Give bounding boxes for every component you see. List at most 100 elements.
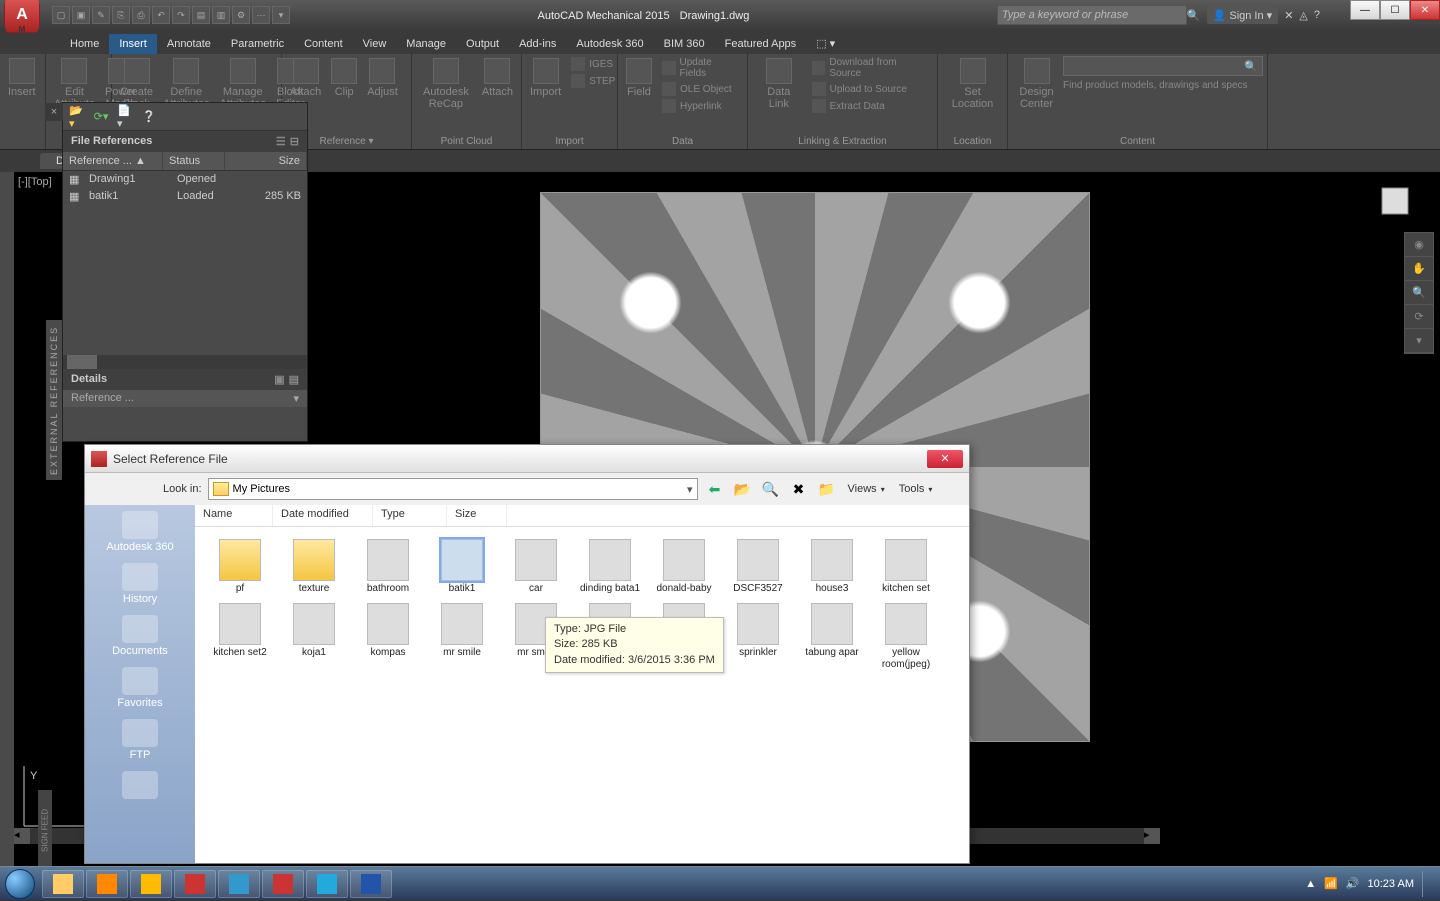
nav-pan-icon[interactable]: ✋: [1405, 257, 1433, 281]
ribbon-tab-home[interactable]: Home: [60, 34, 109, 54]
sidebar-item-documents[interactable]: Documents: [112, 615, 168, 657]
qat-btn10-icon[interactable]: ⚙: [232, 6, 250, 24]
qat-print-icon[interactable]: ⎙: [132, 6, 150, 24]
maximize-button[interactable]: ☐: [1380, 0, 1410, 20]
file-item[interactable]: donald-baby: [647, 535, 721, 599]
file-item[interactable]: kitchen set: [869, 535, 943, 599]
ribbon-button-clip[interactable]: Clip: [327, 56, 361, 100]
close-button[interactable]: ✕: [1410, 0, 1440, 20]
nav-more-icon[interactable]: ▾: [1405, 329, 1433, 353]
view-label[interactable]: [-][Top]: [18, 176, 52, 188]
dialog-columns[interactable]: Name Date modified Type Size: [195, 505, 969, 527]
qat-save-icon[interactable]: ✎: [92, 6, 110, 24]
ribbon-item-update-fields[interactable]: Update Fields: [658, 56, 743, 80]
nav-zoom-icon[interactable]: 🔍: [1405, 281, 1433, 305]
navigation-bar[interactable]: ◉ ✋ 🔍 ⟳ ▾: [1404, 232, 1434, 354]
word-icon[interactable]: [350, 870, 392, 898]
new-folder-icon[interactable]: 📁: [816, 478, 838, 500]
ribbon-item-extract-data[interactable]: Extract Data: [808, 98, 933, 114]
show-desktop-button[interactable]: [1422, 871, 1430, 897]
ribbon-tab-output[interactable]: Output: [456, 34, 509, 54]
ribbon-button-autodesk-recap[interactable]: Autodesk ReCap: [416, 56, 476, 112]
start-button[interactable]: [0, 867, 40, 901]
ribbon-button-set-location[interactable]: Set Location: [942, 56, 1003, 112]
ribbon-button-field[interactable]: Field: [622, 56, 656, 100]
nav-wheel-icon[interactable]: ◉: [1405, 233, 1433, 257]
qat-more-icon[interactable]: ▾: [272, 6, 290, 24]
ribbon-button-attach[interactable]: Attach: [286, 56, 325, 100]
sidebar-item-autodesk-360[interactable]: Autodesk 360: [106, 511, 173, 553]
app-icon-1[interactable]: [130, 870, 172, 898]
chevron-down-icon[interactable]: ▾: [293, 392, 299, 405]
sign-in-button[interactable]: 👤 Sign In ▾: [1207, 7, 1279, 24]
external-references-tab[interactable]: EXTERNAL REFERENCES: [46, 320, 62, 480]
sidebar-item-favorites[interactable]: Favorites: [117, 667, 162, 709]
ribbon-button-insert[interactable]: Insert: [4, 56, 40, 100]
ribbon-item-step[interactable]: STEP: [567, 73, 619, 89]
app-icon-3[interactable]: [262, 870, 304, 898]
exchange-icon[interactable]: ✕: [1284, 9, 1293, 22]
file-item[interactable]: pf: [203, 535, 277, 599]
qat-open-icon[interactable]: ▣: [72, 6, 90, 24]
explorer-icon[interactable]: [42, 870, 84, 898]
viewcube[interactable]: [1370, 176, 1420, 226]
ribbon-item-upload-to-source[interactable]: Upload to Source: [808, 81, 933, 97]
ribbon-tab-insert[interactable]: Insert: [109, 34, 157, 54]
ribbon-tab-manage[interactable]: Manage: [396, 34, 456, 54]
panel-label[interactable]: Linking & Extraction: [748, 134, 937, 149]
sidebar-item-history[interactable]: History: [122, 563, 158, 605]
file-item[interactable]: batik1: [425, 535, 499, 599]
file-item[interactable]: koja1: [277, 599, 351, 675]
xref-details-header[interactable]: Details ▣▤: [63, 369, 307, 390]
scroll-left-icon[interactable]: ◂: [14, 828, 30, 844]
xref-tree-icon[interactable]: ⊟: [290, 135, 299, 148]
file-item[interactable]: DSCF3527: [721, 535, 795, 599]
xref-help-icon[interactable]: ❔: [141, 109, 157, 125]
search-icon[interactable]: 🔍: [1187, 9, 1201, 22]
dialog-close-button[interactable]: ✕: [927, 450, 963, 468]
ribbon-tab-content[interactable]: Content: [294, 34, 353, 54]
file-item[interactable]: yellow room(jpeg): [869, 599, 943, 675]
xref-list-icon[interactable]: ☰: [276, 135, 286, 148]
panel-label[interactable]: Import: [522, 134, 617, 149]
xref-attach-icon[interactable]: 📂▾: [69, 109, 85, 125]
file-item[interactable]: texture: [277, 535, 351, 599]
ribbon-button-data-link[interactable]: Data Link: [752, 56, 806, 112]
qat-btn11-icon[interactable]: ⋯: [252, 6, 270, 24]
design-feed-tab[interactable]: SIGN FEED: [38, 790, 52, 870]
file-item[interactable]: kompas: [351, 599, 425, 675]
xref-icon3[interactable]: 📄▾: [117, 109, 133, 125]
ie-icon[interactable]: [306, 870, 348, 898]
file-item[interactable]: tabung apar: [795, 599, 869, 675]
file-item[interactable]: dinding bata1: [573, 535, 647, 599]
content-search-input[interactable]: 🔍: [1063, 56, 1263, 76]
tray-network-icon[interactable]: 📶: [1324, 877, 1338, 890]
xref-scrollbar[interactable]: [63, 355, 307, 369]
help-icon[interactable]: ?: [1314, 9, 1320, 21]
ribbon-tab-parametric[interactable]: Parametric: [221, 34, 294, 54]
views-menu[interactable]: Views ▾: [844, 483, 889, 495]
file-item[interactable]: bathroom: [351, 535, 425, 599]
tray-volume-icon[interactable]: 🔊: [1346, 877, 1360, 890]
ribbon-button-adjust[interactable]: Adjust: [363, 56, 402, 100]
up-folder-icon[interactable]: 📂: [732, 478, 754, 500]
xref-close-icon[interactable]: ×: [45, 103, 63, 121]
file-item[interactable]: car: [499, 535, 573, 599]
ribbon-item-hyperlink[interactable]: Hyperlink: [658, 98, 743, 114]
mediaplayer-icon[interactable]: [86, 870, 128, 898]
file-item[interactable]: sprinkler: [721, 599, 795, 675]
sidebar-item-desktop[interactable]: [122, 771, 158, 801]
qat-btn8-icon[interactable]: ▤: [192, 6, 210, 24]
ribbon-tab-featured-apps[interactable]: Featured Apps: [715, 34, 807, 54]
ribbon-button-attach[interactable]: Attach: [478, 56, 517, 100]
qat-new-icon[interactable]: ▢: [52, 6, 70, 24]
ribbon-tab-view[interactable]: View: [353, 34, 397, 54]
xref-det-icon2[interactable]: ▤: [289, 373, 299, 386]
qat-redo-icon[interactable]: ↷: [172, 6, 190, 24]
minimize-button[interactable]: —: [1350, 0, 1380, 20]
ribbon-tab-autodesk-360[interactable]: Autodesk 360: [566, 34, 653, 54]
delete-icon[interactable]: ✖: [788, 478, 810, 500]
back-icon[interactable]: ⬅: [704, 478, 726, 500]
xref-row[interactable]: ▦batik1Loaded285 KB: [63, 188, 307, 205]
app-icon-2[interactable]: [218, 870, 260, 898]
